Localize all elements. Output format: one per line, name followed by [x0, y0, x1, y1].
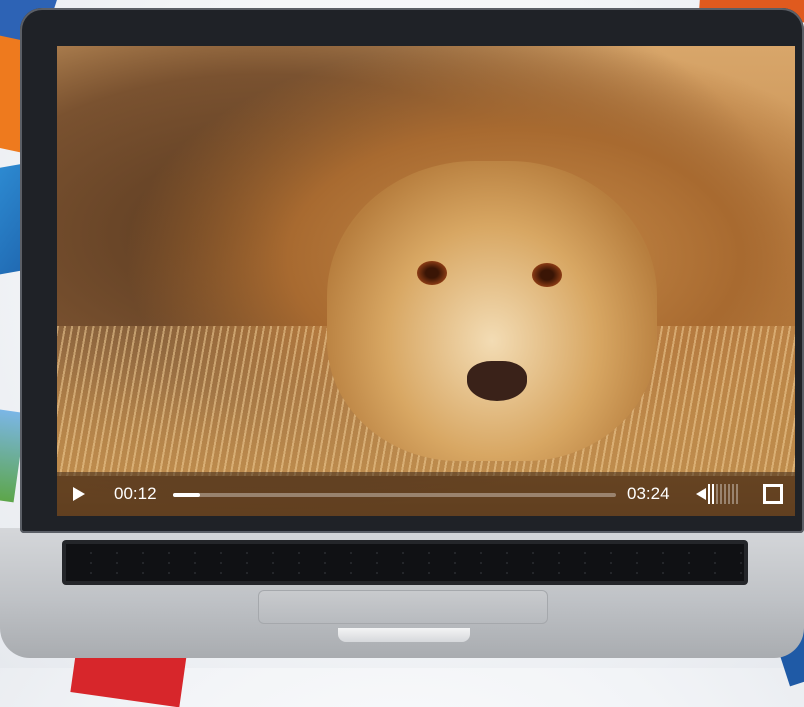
cheetah-nose — [467, 361, 527, 401]
seek-bar[interactable] — [173, 493, 616, 497]
current-time: 00:12 — [114, 484, 157, 503]
player-controls: 00:12 03:24 — [57, 472, 795, 516]
cheetah-eye — [417, 261, 447, 285]
volume-bar — [720, 484, 722, 504]
laptop-trackpad — [258, 590, 548, 624]
volume-bar — [732, 484, 734, 504]
fullscreen-icon[interactable] — [763, 484, 783, 504]
laptop-lid: 00:12 03:24 — [20, 8, 804, 533]
speaker-icon — [696, 488, 706, 500]
duration-time: 03:24 — [627, 484, 670, 503]
video-frame-cheetah — [327, 161, 657, 461]
volume-bar — [724, 484, 726, 504]
volume-bar — [712, 484, 714, 504]
play-icon[interactable] — [73, 487, 85, 501]
video-player[interactable]: 00:12 03:24 — [57, 46, 795, 516]
cheetah-eye — [532, 263, 562, 287]
volume-bar — [736, 484, 738, 504]
volume-bar — [728, 484, 730, 504]
laptop-keyboard — [62, 540, 748, 585]
laptop-notch — [338, 628, 470, 642]
seek-progress — [173, 493, 200, 497]
volume-bar — [716, 484, 718, 504]
volume-level[interactable] — [708, 484, 740, 504]
volume-icon[interactable] — [696, 484, 746, 504]
volume-bar — [708, 484, 710, 504]
